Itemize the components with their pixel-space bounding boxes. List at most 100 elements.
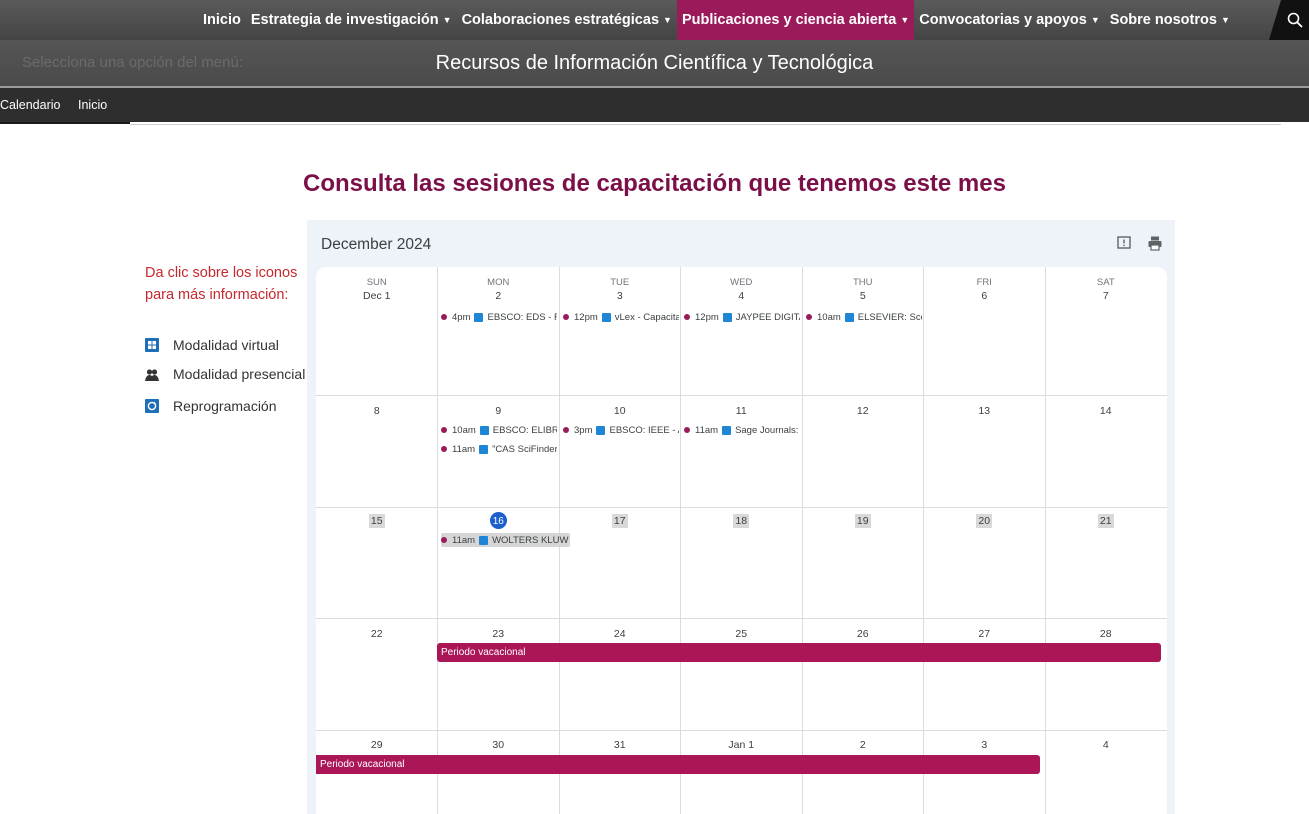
virtual-icon[interactable] — [145, 338, 159, 352]
day-label: 24 — [613, 628, 626, 640]
nav-inicio-label: Inicio — [203, 12, 241, 28]
day-label: 7 — [1102, 290, 1109, 302]
legend-item-virtual: Modalidad virtual — [145, 337, 279, 353]
day-number[interactable]: 27 — [924, 627, 1046, 641]
nav-sobre-nosotros[interactable]: Sobre nosotros ▼ — [1105, 0, 1235, 40]
day-number[interactable]: 8 — [316, 404, 438, 418]
event-title: EBSCO: IEEE - A| — [609, 424, 679, 436]
day-label: 8 — [373, 405, 380, 417]
day-number[interactable]: 3 — [924, 738, 1046, 752]
calendar-event[interactable]: 10am EBSCO: ELIBRO — [441, 423, 557, 437]
calendar: December 2024 SUN MON TUE WED THU FRI SA… — [307, 220, 1175, 814]
nav-colaboraciones[interactable]: Colaboraciones estratégicas ▼ — [457, 0, 677, 40]
event-time: 12pm — [695, 311, 719, 323]
breadcrumb-inicio[interactable]: Inicio — [78, 98, 107, 112]
calendar-event[interactable]: 10am ELSEVIER: Scop — [806, 310, 922, 324]
day-label: 2 — [495, 290, 502, 302]
grid-line — [680, 267, 681, 814]
vacation-band[interactable]: Periodo vacacional — [437, 643, 1161, 662]
event-dot — [441, 537, 447, 543]
event-dot — [563, 427, 569, 433]
section-header: Selecciona una opción del menú: Recursos… — [0, 40, 1309, 88]
grid-line — [316, 507, 1167, 508]
calendar-event[interactable]: 11am WOLTERS KLUW — [441, 533, 571, 547]
day-number[interactable]: 5 — [802, 289, 924, 303]
day-number[interactable]: 4 — [1045, 738, 1167, 752]
day-label: 10 — [613, 405, 626, 417]
caret-down-icon: ▼ — [663, 15, 672, 25]
day-number[interactable]: 10 — [559, 404, 681, 418]
day-number[interactable]: 26 — [802, 627, 924, 641]
nav-estrategia[interactable]: Estrategia de investigación ▼ — [246, 0, 457, 40]
nav-publicaciones[interactable]: Publicaciones y ciencia abierta ▼ — [676, 0, 915, 40]
day-number[interactable]: 2 — [438, 289, 560, 303]
day-number[interactable]: 22 — [316, 627, 438, 641]
calendar-event[interactable]: 12pm JAYPEE DIGITAL — [684, 310, 800, 324]
day-number[interactable]: 11 — [681, 404, 803, 418]
calendar-event[interactable]: 12pm vLex - Capacita — [563, 310, 679, 324]
day-label: 21 — [1097, 514, 1114, 528]
day-number[interactable]: 7 — [1045, 289, 1167, 303]
day-number[interactable]: 17 — [559, 514, 681, 528]
day-number[interactable]: 24 — [559, 627, 681, 641]
virtual-icon — [479, 535, 489, 545]
legend-label: Modalidad virtual — [173, 337, 279, 353]
day-number[interactable]: 12 — [802, 404, 924, 418]
calendar-event[interactable]: 11am Sage Journals: S — [684, 423, 800, 437]
event-time: 11am — [452, 534, 476, 546]
day-number[interactable]: 28 — [1045, 627, 1167, 641]
legend-label: Modalidad presencial — [173, 366, 306, 382]
day-number[interactable]: 6 — [924, 289, 1046, 303]
day-number[interactable]: 31 — [559, 738, 681, 752]
calendar-event[interactable]: 4pm EBSCO: EDS - Re — [441, 310, 557, 324]
legend-item-presencial: Modalidad presencial — [145, 366, 305, 382]
event-dot — [806, 314, 812, 320]
day-number[interactable]: 15 — [316, 514, 438, 528]
day-number[interactable]: 2 — [802, 738, 924, 752]
event-title: EBSCO: EDS - Re — [487, 311, 557, 323]
virtual-icon — [844, 312, 854, 322]
day-number[interactable]: 29 — [316, 738, 438, 752]
nav-estrategia-label: Estrategia de investigación — [250, 12, 439, 28]
day-label: Dec 1 — [363, 290, 391, 302]
day-label: 4 — [738, 290, 745, 302]
day-number[interactable]: 9 — [438, 404, 560, 418]
day-label: 4 — [1102, 739, 1109, 751]
event-dot — [684, 427, 690, 433]
print-button[interactable] — [1147, 235, 1163, 251]
day-number[interactable]: 25 — [681, 627, 803, 641]
breadcrumb-calendario[interactable]: Calendario — [0, 98, 60, 112]
reschedule-icon[interactable] — [145, 399, 159, 413]
grid-line — [923, 267, 924, 814]
day-number[interactable]: 20 — [924, 514, 1046, 528]
calendar-event[interactable]: 3pm EBSCO: IEEE - A| — [563, 423, 679, 437]
legend: Da clic sobre los iconos para más inform… — [145, 262, 305, 414]
day-number[interactable]: 23 — [438, 627, 560, 641]
nav-inicio[interactable]: Inicio — [198, 0, 246, 40]
month-grid: SUN MON TUE WED THU FRI SAT Dec 1 2 3 4 … — [316, 267, 1167, 814]
nav-convocatorias[interactable]: Convocatorias y apoyos ▼ — [914, 0, 1105, 40]
search-button[interactable] — [1269, 0, 1309, 40]
day-number[interactable]: 30 — [438, 738, 560, 752]
day-number[interactable]: 13 — [924, 404, 1046, 418]
day-number-today[interactable]: 16 — [438, 512, 560, 529]
day-number[interactable]: Dec 1 — [316, 289, 438, 303]
day-number[interactable]: 3 — [559, 289, 681, 303]
day-label: 13 — [978, 405, 991, 417]
day-number[interactable]: 21 — [1045, 514, 1167, 528]
event-title: JAYPEE DIGITAL — [735, 311, 800, 323]
event-time: 4pm — [452, 311, 471, 323]
vacation-band[interactable]: Periodo vacacional — [316, 755, 1040, 774]
event-time: 3pm — [574, 424, 593, 436]
presencial-icon[interactable] — [145, 367, 159, 381]
day-number[interactable]: 18 — [681, 514, 803, 528]
calendar-event[interactable]: 11am "CAS SciFinder I — [441, 442, 557, 456]
day-label: 23 — [492, 628, 505, 640]
day-number[interactable]: Jan 1 — [681, 738, 803, 752]
feedback-button[interactable] — [1116, 235, 1132, 251]
day-number[interactable]: 14 — [1045, 404, 1167, 418]
day-number[interactable]: 4 — [681, 289, 803, 303]
day-number[interactable]: 19 — [802, 514, 924, 528]
grid-line — [316, 395, 1167, 396]
weekday-mon: MON — [487, 277, 510, 288]
